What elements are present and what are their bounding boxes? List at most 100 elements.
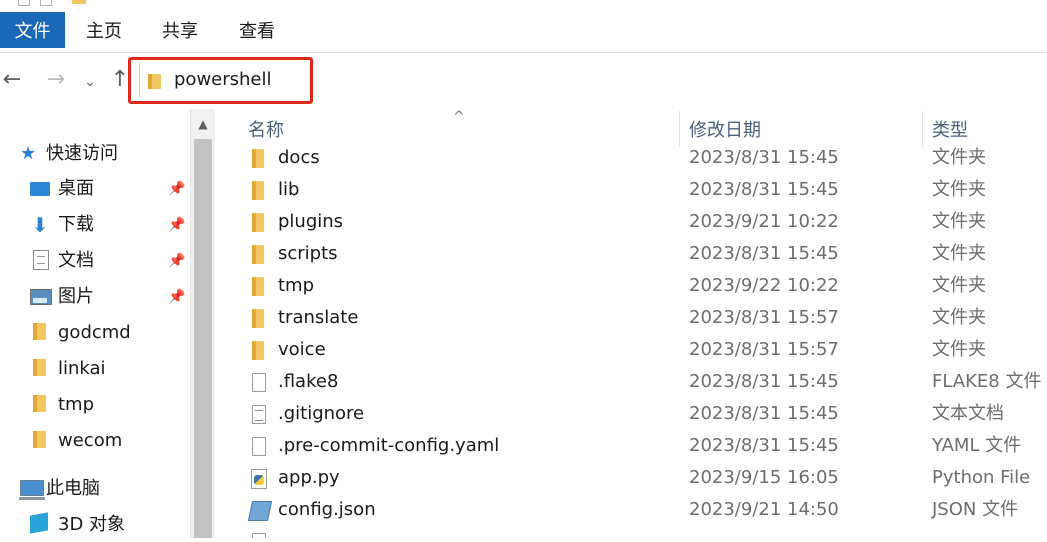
file-date: 2023/8/31 15:45 xyxy=(689,243,839,264)
folder-icon xyxy=(72,0,86,4)
nav-item-label: linkai xyxy=(58,358,106,379)
file-row[interactable]: scripts 2023/8/31 15:45 文件夹 xyxy=(215,239,1047,271)
file-type: JSON 文件 xyxy=(932,499,1019,520)
file-type: FLAKE8 文件 xyxy=(932,371,1042,392)
pin-icon[interactable]: 📌 xyxy=(168,289,185,305)
file-date: 2023/8/31 15:45 xyxy=(689,403,839,424)
file-name: .gitignore xyxy=(278,403,365,424)
file-row[interactable]: plugins 2023/9/21 10:22 文件夹 xyxy=(215,207,1047,239)
file-icon xyxy=(252,373,266,392)
nav-item-quick-access[interactable]: ★ 快速访问 xyxy=(0,137,190,171)
folder-icon xyxy=(252,213,264,232)
pin-icon[interactable]: 📌 xyxy=(168,253,185,269)
tab-home[interactable]: 主页 xyxy=(72,12,136,48)
file-type: 文件夹 xyxy=(932,339,986,360)
tab-file[interactable]: 文件 xyxy=(0,12,65,48)
nav-item-wecom[interactable]: wecom xyxy=(0,424,190,458)
file-date: 2023/9/22 10:22 xyxy=(689,275,839,296)
file-date: 2023/9/21 10:22 xyxy=(689,211,839,232)
file-row[interactable]: .gitignore 2023/8/31 15:45 文本文档 xyxy=(215,399,1047,431)
nav-item-pictures[interactable]: 图片 📌 xyxy=(0,280,190,314)
nav-item-downloads[interactable]: ⬇ 下载 📌 xyxy=(0,208,190,242)
sort-ascending-icon: ^ xyxy=(453,109,465,125)
file-type: 文件夹 xyxy=(932,307,986,328)
file-name: .flake8 xyxy=(278,371,339,392)
column-divider[interactable] xyxy=(922,111,923,147)
folder-icon xyxy=(33,395,46,412)
folder-icon xyxy=(252,149,264,168)
navigation-pane: ★ 快速访问 桌面 📌 ⬇ 下载 📌 文档 📌 图片 📌 godcmd link… xyxy=(0,109,190,538)
file-row[interactable]: voice 2023/8/31 15:57 文件夹 xyxy=(215,335,1047,367)
computer-icon xyxy=(19,480,45,500)
text-file-icon xyxy=(252,405,266,424)
back-button[interactable]: ← xyxy=(0,65,24,95)
file-row[interactable]: config.json 2023/9/21 14:50 JSON 文件 xyxy=(215,495,1047,527)
quick-access-toolbar-icon[interactable] xyxy=(40,0,52,6)
nav-item-label: 快速访问 xyxy=(46,143,118,164)
file-row[interactable]: .flake8 2023/8/31 15:45 FLAKE8 文件 xyxy=(215,367,1047,399)
file-name: scripts xyxy=(278,243,338,264)
file-type: 文本文档 xyxy=(932,403,1004,424)
folder-icon xyxy=(252,277,264,296)
nav-item-label: 下载 xyxy=(58,214,94,235)
column-header-name[interactable]: 名称 xyxy=(248,119,284,143)
file-row[interactable]: translate 2023/8/31 15:57 文件夹 xyxy=(215,303,1047,335)
file-list: ^ 名称 修改日期 类型 docs 2023/8/31 15:45 文件夹 li… xyxy=(215,109,1047,538)
ribbon-tabs: 文件 主页 共享 查看 xyxy=(0,12,1047,53)
recent-locations-chevron-down-icon[interactable]: ⌄ xyxy=(78,67,102,97)
file-name: docs xyxy=(278,147,320,168)
file-type: 文件夹 xyxy=(932,147,986,168)
forward-button[interactable]: → xyxy=(44,65,68,95)
nav-item-documents[interactable]: 文档 📌 xyxy=(0,244,190,278)
file-type: 文件夹 xyxy=(932,243,986,264)
json-file-icon xyxy=(247,501,273,521)
tab-view[interactable]: 查看 xyxy=(225,12,289,48)
file-row-partial[interactable] xyxy=(215,527,1047,538)
file-row[interactable]: docs 2023/8/31 15:45 文件夹 xyxy=(215,143,1047,175)
nav-item-godcmd[interactable]: godcmd xyxy=(0,316,190,350)
pin-icon[interactable]: 📌 xyxy=(168,217,185,233)
scroll-up-arrow-icon[interactable]: ▲ xyxy=(191,109,215,139)
file-date: 2023/9/21 14:50 xyxy=(689,499,839,520)
file-type: 文件夹 xyxy=(932,179,986,200)
file-row[interactable]: .pre-commit-config.yaml 2023/8/31 15:45 … xyxy=(215,431,1047,463)
folder-icon xyxy=(33,323,46,340)
file-date: 2023/8/31 15:57 xyxy=(689,339,839,360)
column-header-type[interactable]: 类型 xyxy=(932,119,968,143)
nav-item-desktop[interactable]: 桌面 📌 xyxy=(0,172,190,206)
scrollbar-thumb[interactable] xyxy=(194,139,212,538)
nav-item-this-pc[interactable]: 此电脑 xyxy=(0,472,190,506)
file-row[interactable]: lib 2023/8/31 15:45 文件夹 xyxy=(215,175,1047,207)
nav-item-label: 图片 xyxy=(58,286,94,307)
folder-icon xyxy=(33,431,46,448)
file-name: lib xyxy=(278,179,300,200)
file-row[interactable]: app.py 2023/9/15 16:05 Python File xyxy=(215,463,1047,495)
documents-icon xyxy=(33,250,49,270)
nav-item-tmp[interactable]: tmp xyxy=(0,388,190,422)
file-row[interactable]: tmp 2023/9/22 10:22 文件夹 xyxy=(215,271,1047,303)
file-date: 2023/8/31 15:57 xyxy=(689,307,839,328)
file-name: tmp xyxy=(278,275,315,296)
column-header-date[interactable]: 修改日期 xyxy=(689,119,761,143)
file-type: 文件夹 xyxy=(932,275,986,296)
desktop-icon xyxy=(30,182,50,196)
file-date: 2023/8/31 15:45 xyxy=(689,179,839,200)
file-name: voice xyxy=(278,339,326,360)
pin-icon[interactable]: 📌 xyxy=(168,181,185,197)
tab-share[interactable]: 共享 xyxy=(148,12,212,48)
navigation-pane-scrollbar[interactable]: ▲ xyxy=(190,109,215,538)
download-icon: ⬇ xyxy=(31,213,49,237)
cube-icon xyxy=(30,512,48,534)
nav-item-label: godcmd xyxy=(58,322,131,343)
file-date: 2023/9/15 16:05 xyxy=(689,467,839,488)
file-date: 2023/8/31 15:45 xyxy=(689,435,839,456)
nav-item-linkai[interactable]: linkai xyxy=(0,352,190,386)
address-highlight-box xyxy=(128,57,313,104)
star-icon: ★ xyxy=(20,143,37,164)
folder-icon xyxy=(33,359,46,376)
file-name: plugins xyxy=(278,211,344,232)
file-type: Python File xyxy=(932,467,1031,488)
nav-item-label: wecom xyxy=(58,430,123,451)
nav-item-3d-objects[interactable]: 3D 对象 xyxy=(0,508,190,542)
column-divider[interactable] xyxy=(679,111,680,147)
